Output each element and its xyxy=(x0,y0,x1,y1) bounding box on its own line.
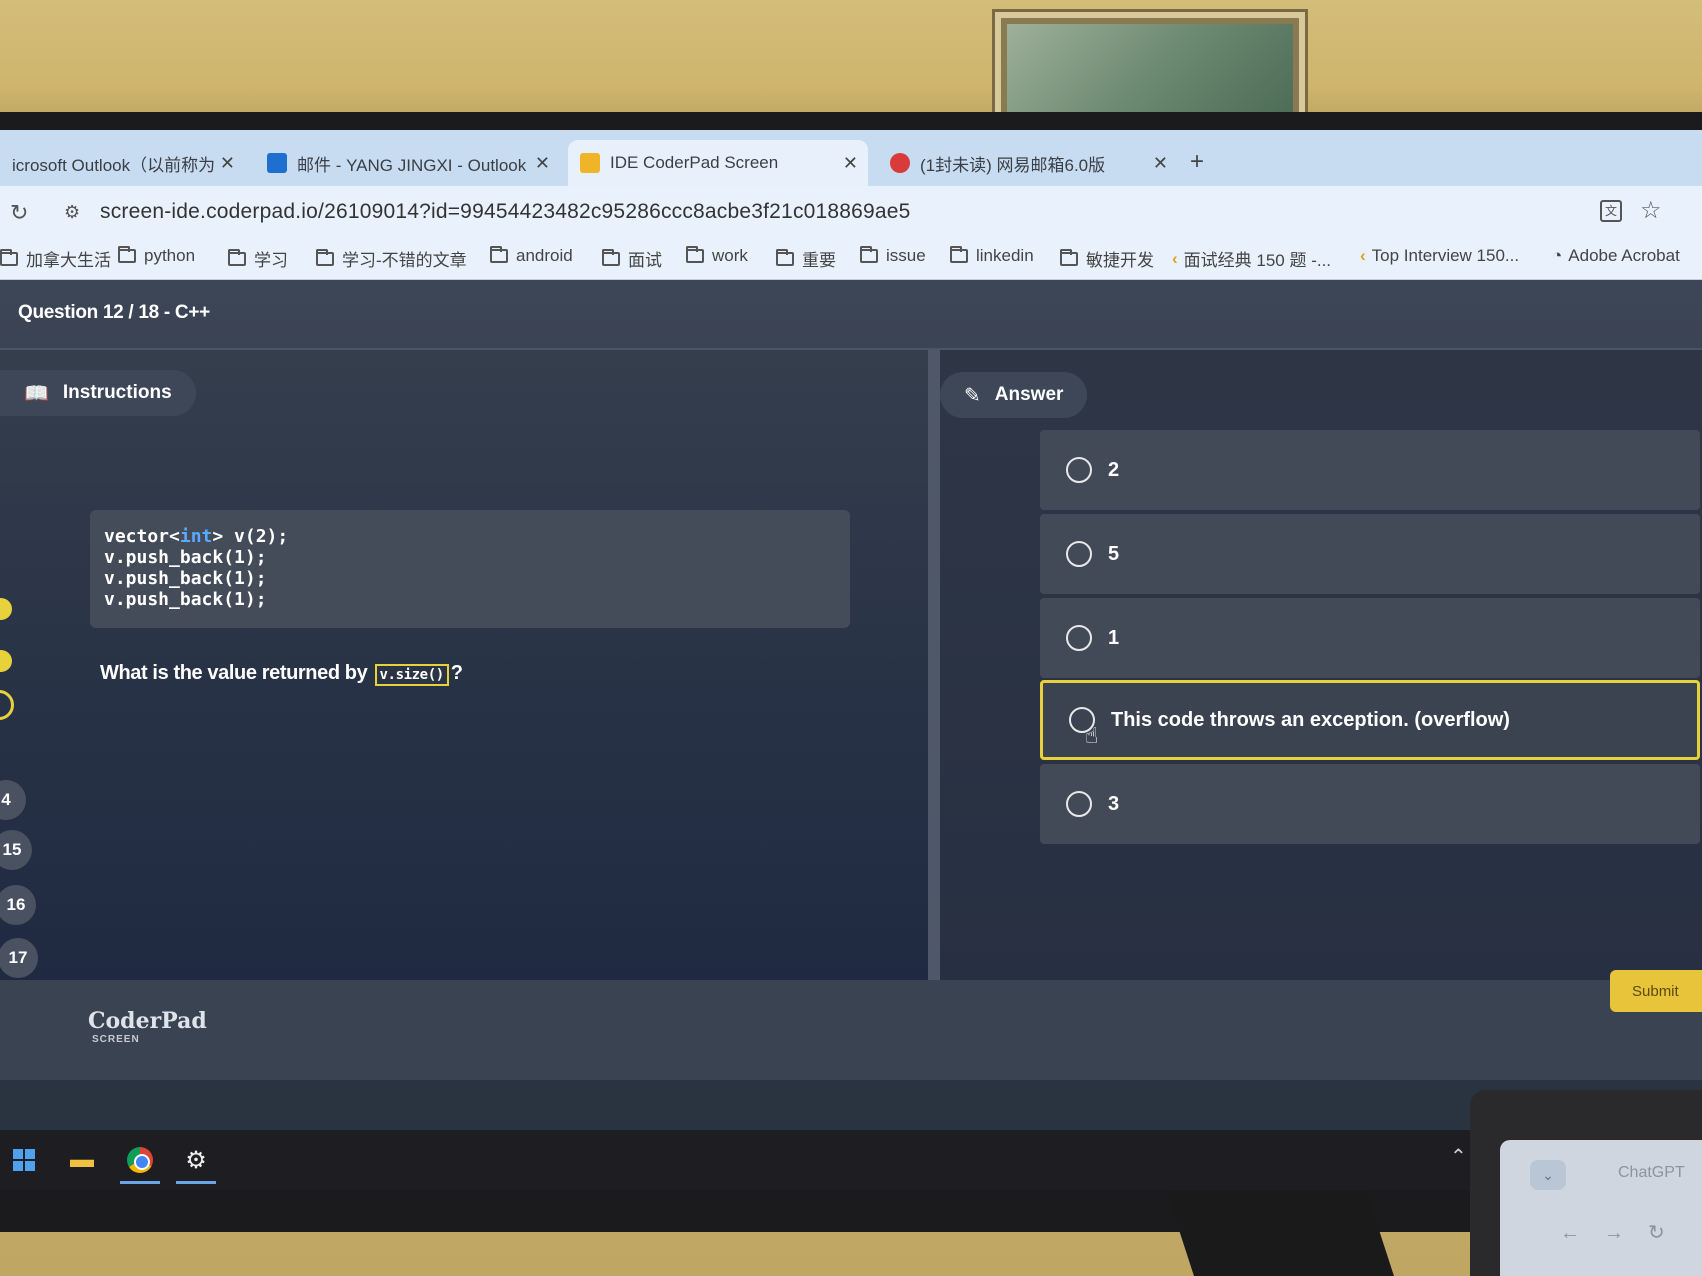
bookmark-folder[interactable]: 敏捷开发 xyxy=(1060,246,1154,271)
monitor-stand xyxy=(1166,1190,1394,1276)
tab-outlook[interactable]: icrosoft Outlook（以前称为 ✕ xyxy=(0,140,245,186)
translate-icon[interactable]: 文 xyxy=(1600,200,1622,222)
radio-button[interactable] xyxy=(1066,541,1092,567)
code-line: vector<int> v(2); xyxy=(104,526,289,547)
code-line: v.push_back(1); xyxy=(104,547,267,568)
bookmark-folder[interactable]: android xyxy=(490,246,573,266)
question-nav-item[interactable]: 15 xyxy=(0,830,32,870)
phone-screen: ⌄ ChatGPT ←→↻ xyxy=(1500,1140,1702,1276)
answer-option-hover[interactable]: This code throws an exception. (overflow… xyxy=(1040,680,1700,760)
code-line: v.push_back(1); xyxy=(104,568,267,589)
folder-icon xyxy=(316,248,334,266)
folder-icon xyxy=(776,248,794,266)
url-field[interactable]: screen-ide.coderpad.io/26109014?id=99454… xyxy=(100,200,911,224)
pencil-icon: ✎ xyxy=(964,384,981,407)
file-explorer-icon[interactable]: ▬ xyxy=(62,1142,102,1178)
folder-icon xyxy=(950,246,968,263)
windows-start-icon[interactable] xyxy=(4,1142,44,1178)
coderpad-logo: CoderPad xyxy=(88,1008,207,1034)
chevron-down-icon[interactable]: ⌄ xyxy=(1530,1160,1566,1190)
answer-tab[interactable]: ✎ Answer xyxy=(940,372,1088,418)
settings-gear-icon[interactable]: ⚙ xyxy=(176,1142,216,1184)
close-icon[interactable]: ✕ xyxy=(220,153,235,174)
bookmark-folder[interactable]: 学习-不错的文章 xyxy=(316,246,467,271)
phone-nav-icons: ←→↻ xyxy=(1560,1222,1689,1244)
inline-code: v.size() xyxy=(374,664,449,686)
netease-icon xyxy=(890,153,910,173)
taskbar: ▬ ⚙ ⌃ xyxy=(0,1130,1702,1190)
new-tab-button[interactable]: + xyxy=(1190,148,1204,176)
app-footer: CoderPad SCREEN Submit xyxy=(0,970,1702,1080)
bookmark-star-icon[interactable]: ☆ xyxy=(1640,196,1662,225)
submit-button[interactable]: Submit xyxy=(1610,970,1702,1012)
bookmark-folder[interactable]: 面试 xyxy=(602,246,662,271)
tab-netease-mail[interactable]: (1封未读) 网易邮箱6.0版 ✕ xyxy=(878,140,1178,186)
question-text: What is the value returned by v.size()? xyxy=(100,662,463,686)
question-nav-item[interactable]: 16 xyxy=(0,885,36,925)
close-icon[interactable]: ✕ xyxy=(843,153,858,174)
question-header: Question 12 / 18 - C++ xyxy=(18,302,210,323)
bookmark-folder[interactable]: 学习 xyxy=(228,246,288,271)
question-current-ring[interactable] xyxy=(0,690,14,720)
coderpad-app: Question 12 / 18 - C++ 📖 Instructions ve… xyxy=(0,280,1702,1080)
question-nav-item[interactable]: 17 xyxy=(0,938,38,978)
leetcode-icon: ‹ xyxy=(1172,248,1178,268)
bookmark-folder[interactable]: python xyxy=(118,246,195,266)
pane-splitter[interactable] xyxy=(928,350,940,980)
hand-cursor-icon: ☝ xyxy=(1085,723,1099,748)
answer-option[interactable]: 1 xyxy=(1040,598,1700,678)
bookmark-folder[interactable]: 加拿大生活 xyxy=(0,246,111,271)
folder-icon xyxy=(228,248,246,266)
question-nav-item[interactable]: 4 xyxy=(0,780,26,820)
bookmarks-bar: 加拿大生活 python 学习 学习-不错的文章 android 面试 work… xyxy=(0,236,1702,280)
bookmark-link[interactable]: ◔ Adobe Acrobat xyxy=(1552,246,1680,266)
answer-option[interactable]: 2 xyxy=(1040,430,1700,510)
monitor-screen: icrosoft Outlook（以前称为 ✕ 邮件 - YANG JINGXI… xyxy=(0,130,1702,1190)
folder-icon xyxy=(602,248,620,266)
coderpad-logo-sub: SCREEN xyxy=(92,1034,140,1045)
acrobat-icon: ◔ xyxy=(1552,246,1563,265)
tray-expand-icon[interactable]: ⌃ xyxy=(1450,1144,1467,1169)
code-line: v.push_back(1); xyxy=(104,589,267,610)
answer-option[interactable]: 5 xyxy=(1040,514,1700,594)
tab-outlook-mail[interactable]: 邮件 - YANG JINGXI - Outlook ✕ xyxy=(255,140,560,186)
close-icon[interactable]: ✕ xyxy=(1153,153,1168,174)
folder-icon xyxy=(0,248,18,266)
bookmark-link[interactable]: ‹ 面试经典 150 题 -... xyxy=(1172,246,1331,271)
question-done-dot[interactable] xyxy=(0,650,12,672)
address-bar: ↻ ⚙ screen-ide.coderpad.io/26109014?id=9… xyxy=(0,186,1702,242)
bookmark-folder[interactable]: work xyxy=(686,246,748,266)
close-icon[interactable]: ✕ xyxy=(535,153,550,174)
instructions-pane: 📖 Instructions vector<int> v(2); v.push_… xyxy=(0,350,930,980)
tab-coderpad[interactable]: IDE CoderPad Screen ✕ xyxy=(568,140,868,186)
folder-icon xyxy=(686,246,704,263)
bookmark-folder[interactable]: linkedin xyxy=(950,246,1034,266)
coderpad-icon xyxy=(580,153,600,173)
radio-button[interactable] xyxy=(1066,625,1092,651)
radio-button[interactable] xyxy=(1066,457,1092,483)
phone-device: ⌄ ChatGPT ←→↻ xyxy=(1470,1090,1702,1276)
folder-icon xyxy=(1060,248,1078,266)
folder-icon xyxy=(490,246,508,263)
bookmark-folder[interactable]: issue xyxy=(860,246,926,266)
code-snippet: vector<int> v(2); v.push_back(1); v.push… xyxy=(90,510,850,628)
bookmark-folder[interactable]: 重要 xyxy=(776,246,836,271)
radio-button[interactable] xyxy=(1066,791,1092,817)
site-settings-icon[interactable]: ⚙ xyxy=(64,202,80,223)
answer-option[interactable]: 3 xyxy=(1040,764,1700,844)
folder-icon xyxy=(860,246,878,263)
folder-icon xyxy=(118,246,136,263)
leetcode-icon: ‹ xyxy=(1360,246,1366,265)
reload-icon[interactable]: ↻ xyxy=(10,200,28,226)
chrome-icon[interactable] xyxy=(120,1142,160,1184)
question-done-dot[interactable] xyxy=(0,598,12,620)
chat-tab-label: ChatGPT xyxy=(1618,1164,1685,1181)
question-navigator: 4 15 16 17 18 xyxy=(0,350,60,1080)
outlook-icon xyxy=(267,153,287,173)
browser-tabstrip: icrosoft Outlook（以前称为 ✕ 邮件 - YANG JINGXI… xyxy=(0,130,1702,192)
bookmark-link[interactable]: ‹ Top Interview 150... xyxy=(1360,246,1519,266)
